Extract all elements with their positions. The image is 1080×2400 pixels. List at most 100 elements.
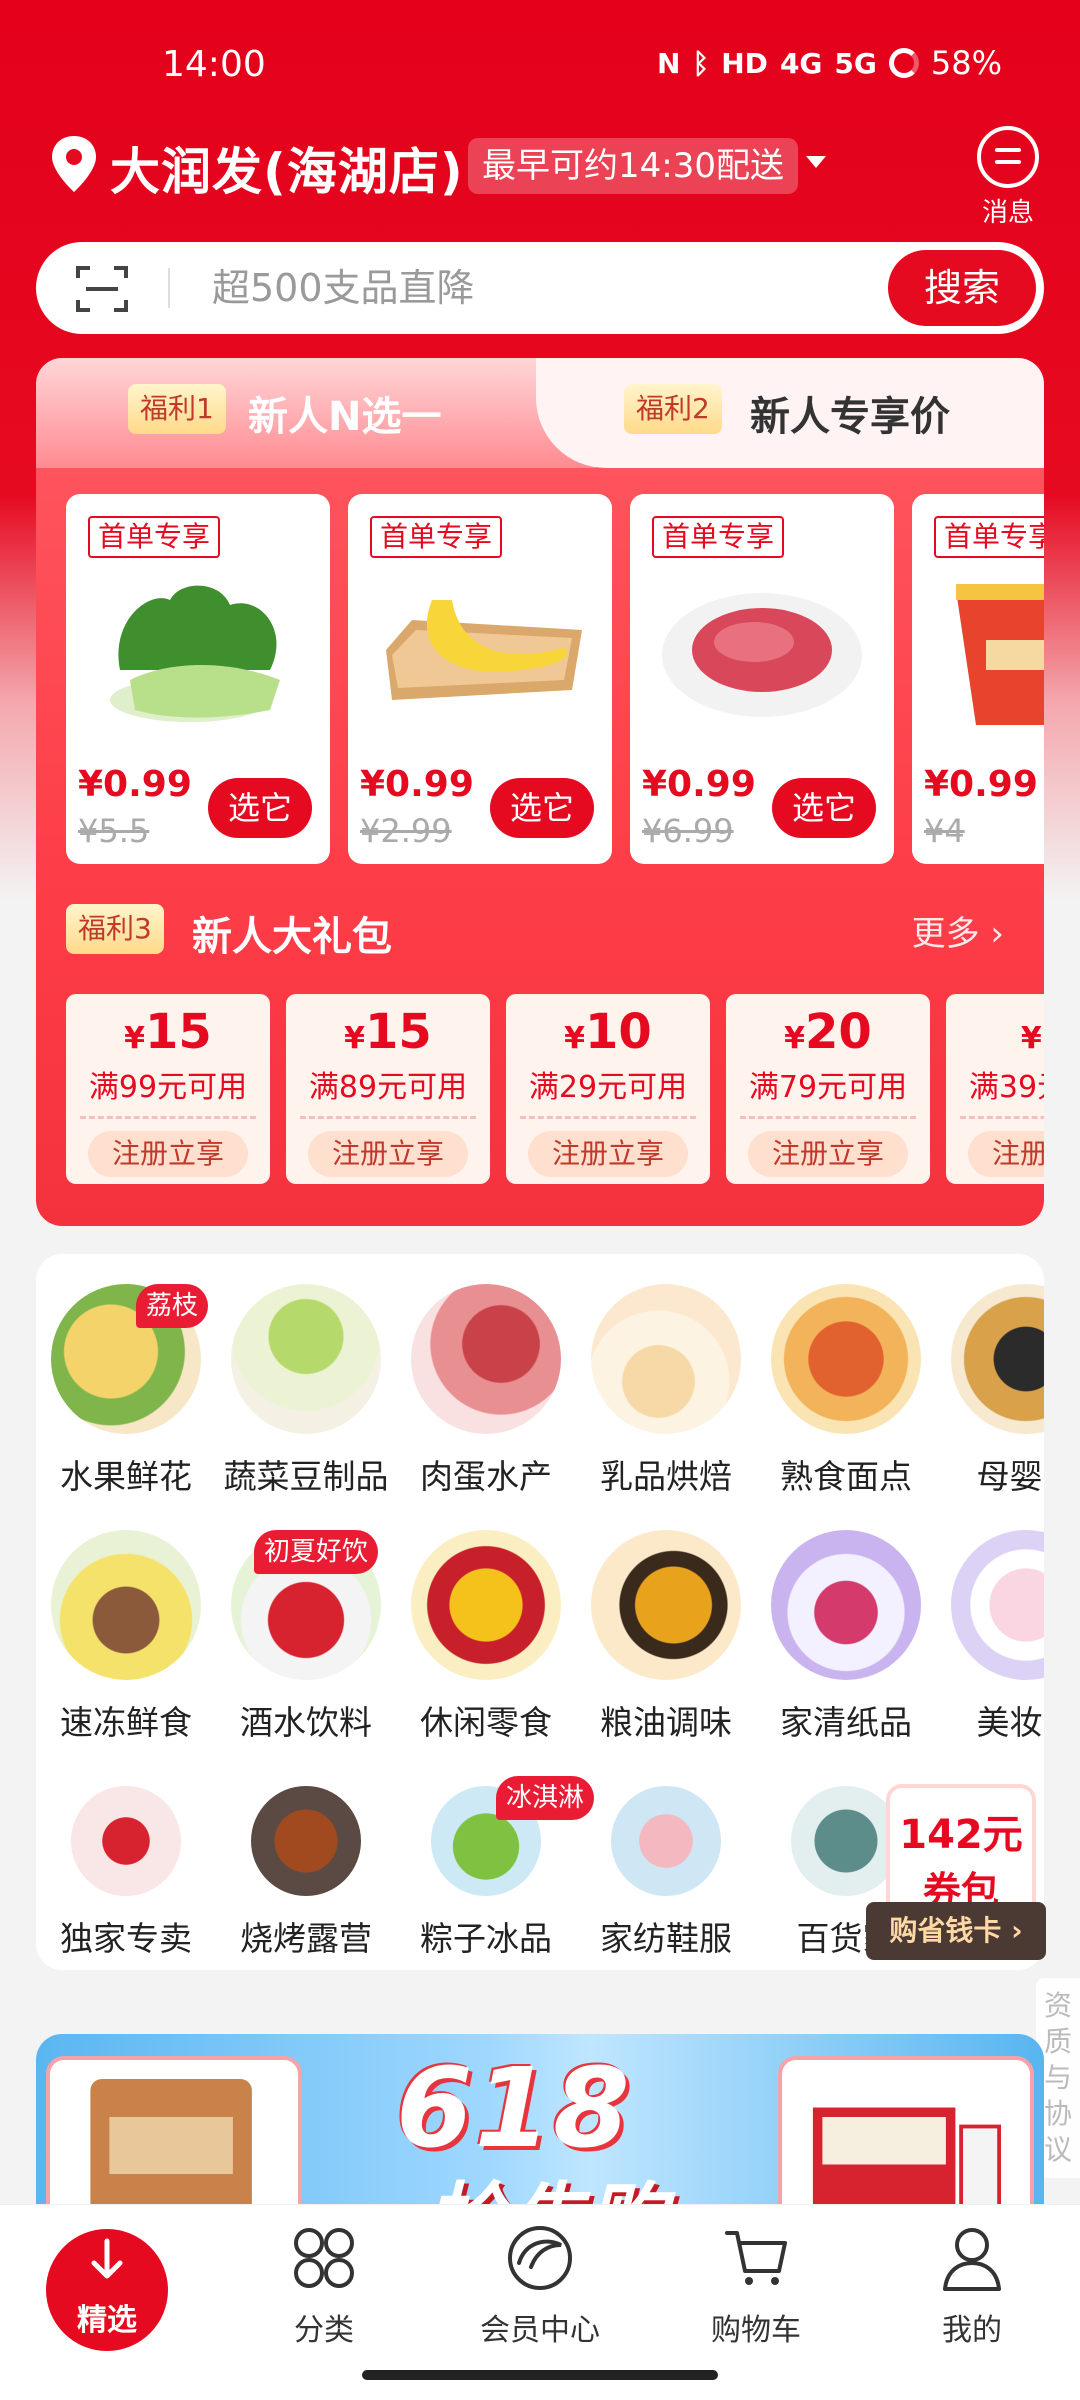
cart-icon: [725, 2231, 787, 2285]
welfare-3-tag: 福利3: [66, 904, 164, 954]
coupon-condition: 满89元可用: [308, 1070, 468, 1105]
coupon-claim-button[interactable]: 注册立享: [748, 1131, 908, 1177]
search-button[interactable]: 搜索: [888, 250, 1036, 326]
frozen-image: [51, 1530, 201, 1680]
first-order-badge: 首单专享: [370, 516, 503, 558]
coupon-card[interactable]: ¥15 满99元可用 注册立享: [66, 994, 270, 1184]
textile-image: [611, 1786, 721, 1896]
nav-member-center[interactable]: 会员中心: [460, 2223, 620, 2349]
category-oil[interactable]: 粮油调味: [576, 1530, 756, 1744]
message-label: 消息: [981, 198, 1034, 228]
coupon-card[interactable]: ¥20 满79元可用 注册立享: [726, 994, 930, 1184]
nav-cart[interactable]: 购物车: [676, 2223, 836, 2349]
category-vegetable[interactable]: 蔬菜豆制品: [216, 1284, 396, 1498]
category-label: 独家专卖: [60, 1919, 192, 1958]
exclusive-image: [71, 1786, 181, 1896]
banner-title: 618: [396, 2044, 632, 2172]
coupon-claim-button[interactable]: 注册立享: [968, 1131, 1044, 1177]
category-icon: [294, 2228, 354, 2288]
coupon-amount: ¥10: [564, 1004, 652, 1060]
category-fruit[interactable]: 荔枝 水果鲜花: [36, 1284, 216, 1498]
welfare-1-tag: 福利1: [128, 384, 226, 434]
category-drinks[interactable]: 初夏好饮 酒水饮料: [216, 1530, 396, 1744]
category-label: 蔬菜豆制品: [223, 1457, 389, 1496]
category-cleaning[interactable]: 家清纸品: [756, 1530, 936, 1744]
delivery-time-chip[interactable]: 最早可约14:30配送: [468, 138, 798, 194]
coupon-card[interactable]: ¥10 满29元可用 注册立享: [506, 994, 710, 1184]
buy-saving-card-button[interactable]: 购省钱卡 ›: [866, 1902, 1046, 1960]
category-snacks[interactable]: 休闲零食: [396, 1530, 576, 1744]
coupon-claim-button[interactable]: 注册立享: [88, 1131, 248, 1177]
home-arrow-icon: [91, 2238, 123, 2279]
product-original-price: ¥2.99: [360, 812, 452, 850]
category-label: 家纺鞋服: [600, 1919, 732, 1958]
welfare-3-title: 新人大礼包: [192, 914, 392, 960]
category-deli[interactable]: 熟食面点: [756, 1284, 936, 1498]
select-product-button[interactable]: 选它: [772, 778, 876, 838]
category-tag: 初夏好饮: [254, 1530, 379, 1574]
coupon-claim-button[interactable]: 注册立享: [308, 1131, 468, 1177]
minced-meat-image: [662, 593, 862, 717]
bluetooth-icon: ᛒ: [692, 46, 710, 80]
category-textile[interactable]: 家纺鞋服: [576, 1776, 756, 1960]
store-header: 大润发(海湖店) 最早可约14:30配送 消息: [0, 126, 1080, 229]
search-divider: [168, 268, 170, 308]
status-bar: 14:00 N ᛒ HD 4G 5G 58%: [0, 0, 1080, 130]
coupon-card[interactable]: ¥8 满39元可用 注册立享: [946, 994, 1044, 1184]
category-bbq[interactable]: 烧烤露营: [216, 1776, 396, 1960]
category-frozen[interactable]: 速冻鲜食: [36, 1530, 216, 1744]
category-label: 乳品烘焙: [600, 1457, 732, 1496]
product-price: ¥0.99: [924, 764, 1038, 805]
beauty-image: [951, 1530, 1044, 1680]
store-selector[interactable]: 大润发(海湖店): [110, 132, 464, 204]
gesture-home-bar[interactable]: [362, 2370, 718, 2380]
member-icon: [508, 2226, 572, 2290]
category-tag: 荔枝: [136, 1284, 209, 1328]
nav-profile[interactable]: 我的: [892, 2223, 1052, 2349]
category-zongzi[interactable]: 冰淇淋 粽子冰品: [396, 1776, 595, 1960]
select-product-button[interactable]: 选它: [490, 778, 594, 838]
scan-icon[interactable]: [76, 264, 128, 314]
select-product-button[interactable]: 选它: [208, 778, 312, 838]
product-original-price: ¥4: [924, 812, 965, 850]
coupon-card[interactable]: ¥15 满89元可用 注册立享: [286, 994, 490, 1184]
battery-icon: [888, 48, 919, 78]
welfare-1-title: 新人N选一: [248, 394, 442, 440]
chevron-down-icon[interactable]: [806, 156, 826, 168]
first-order-badge: 首单专享: [934, 516, 1044, 558]
category-label: 烧烤露营: [240, 1919, 372, 1958]
product-card[interactable]: 首单专享 ¥0.99 ¥4: [912, 494, 1044, 864]
search-input[interactable]: [212, 242, 812, 334]
nav-label: 我的: [942, 2313, 1002, 2348]
coupon-divider: [80, 1116, 256, 1119]
vegetable-image: [231, 1284, 381, 1434]
cleaning-image: [771, 1530, 921, 1680]
category-dairy[interactable]: 乳品烘焙: [576, 1284, 756, 1498]
coupon-pack-amount: 142元: [899, 1812, 1023, 1858]
coupon-condition: 满99元可用: [88, 1070, 248, 1105]
more-link[interactable]: 更多 ›: [912, 906, 1004, 955]
product-price: ¥0.99: [78, 764, 192, 805]
new-user-welfare-card: 福利1 新人N选一 福利2 新人专享价 首单专享 ¥0.99 ¥5.5 选它 首…: [36, 358, 1044, 1226]
product-card[interactable]: 首单专享 ¥0.99 ¥5.5 选它: [66, 494, 330, 864]
category-exclusive[interactable]: 独家专卖: [36, 1776, 216, 1960]
category-label: 速冻鲜食: [60, 1703, 192, 1742]
coupon-divider: [960, 1116, 1044, 1119]
product-card[interactable]: 首单专享 ¥0.99 ¥6.99 选它: [630, 494, 894, 864]
category-label: 酒水饮料: [240, 1703, 372, 1742]
product-price: ¥0.99: [642, 764, 756, 805]
location-pin-icon: [52, 136, 96, 192]
coupon-condition: 满39元可用: [968, 1070, 1044, 1105]
saving-card-promo[interactable]: 142元 券包 购省钱卡 ›: [866, 1776, 1046, 1960]
coupon-condition: 满29元可用: [528, 1070, 688, 1105]
message-button[interactable]: 消息: [972, 126, 1044, 229]
category-beauty[interactable]: 美妆个: [936, 1530, 1044, 1744]
category-baby[interactable]: 母婴萌: [936, 1284, 1044, 1498]
category-meat[interactable]: 肉蛋水产: [396, 1284, 576, 1498]
category-label: 家清纸品: [780, 1703, 912, 1742]
nav-label: 购物车: [711, 2313, 801, 2348]
nav-category[interactable]: 分类: [244, 2223, 404, 2349]
nav-featured[interactable]: 精选: [46, 2229, 168, 2351]
product-card[interactable]: 首单专享 ¥0.99 ¥2.99 选它: [348, 494, 612, 864]
coupon-claim-button[interactable]: 注册立享: [528, 1131, 688, 1177]
